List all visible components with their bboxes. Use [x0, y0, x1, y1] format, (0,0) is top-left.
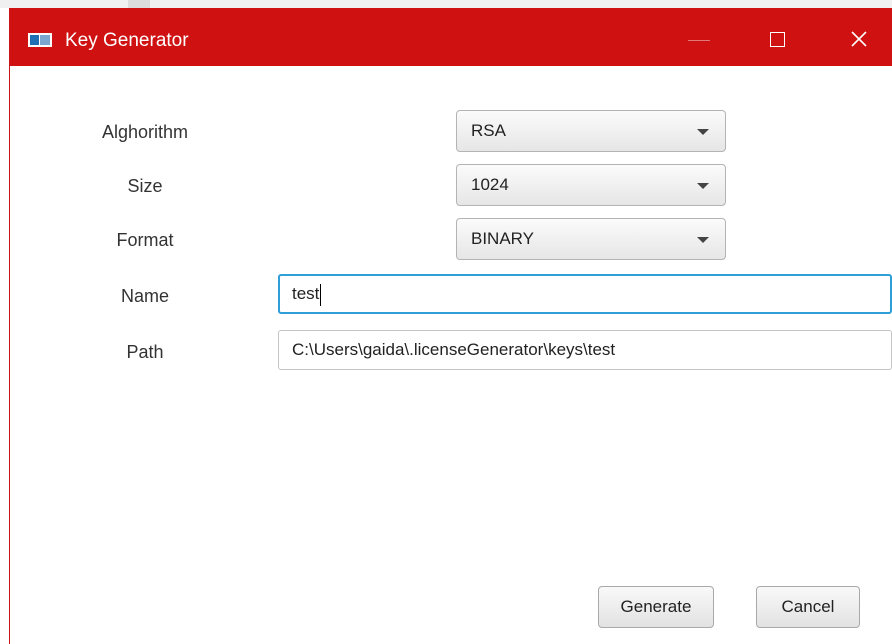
- close-button[interactable]: [835, 8, 892, 66]
- minimize-icon: [688, 40, 710, 41]
- window-title: Key Generator: [65, 30, 189, 51]
- format-select[interactable]: BINARY: [456, 218, 726, 260]
- cancel-button[interactable]: Cancel: [756, 586, 860, 628]
- name-field[interactable]: test: [278, 274, 892, 314]
- chevron-down-icon: [697, 129, 709, 135]
- text-caret: [320, 283, 322, 306]
- size-label: Size: [127, 176, 163, 196]
- background-strip: [0, 0, 892, 8]
- path-label: Path: [126, 342, 164, 362]
- maximize-icon: [770, 32, 785, 47]
- format-label: Format: [116, 230, 174, 250]
- key-generator-window: Key Generator Alghorithm RSA Size 1024 F…: [9, 8, 892, 644]
- minimize-button[interactable]: [670, 8, 730, 66]
- generate-button[interactable]: Generate: [598, 586, 714, 628]
- size-select[interactable]: 1024: [456, 164, 726, 206]
- format-value: BINARY: [471, 229, 534, 248]
- chevron-down-icon: [697, 237, 709, 243]
- name-label: Name: [120, 286, 169, 306]
- maximize-button[interactable]: [754, 8, 814, 66]
- size-value: 1024: [471, 175, 509, 194]
- algorithm-value: RSA: [471, 121, 506, 140]
- close-icon: [851, 31, 867, 47]
- name-value: test: [292, 284, 320, 303]
- algorithm-label: Alghorithm: [101, 122, 189, 142]
- algorithm-select[interactable]: RSA: [456, 110, 726, 152]
- title-bar[interactable]: Key Generator: [10, 8, 892, 66]
- path-field[interactable]: C:\Users\gaida\.licenseGenerator\keys\te…: [278, 330, 892, 370]
- app-window-icon: [28, 33, 52, 47]
- chevron-down-icon: [697, 183, 709, 189]
- background-tab-edge: [128, 0, 150, 8]
- path-value: C:\Users\gaida\.licenseGenerator\keys\te…: [292, 340, 616, 359]
